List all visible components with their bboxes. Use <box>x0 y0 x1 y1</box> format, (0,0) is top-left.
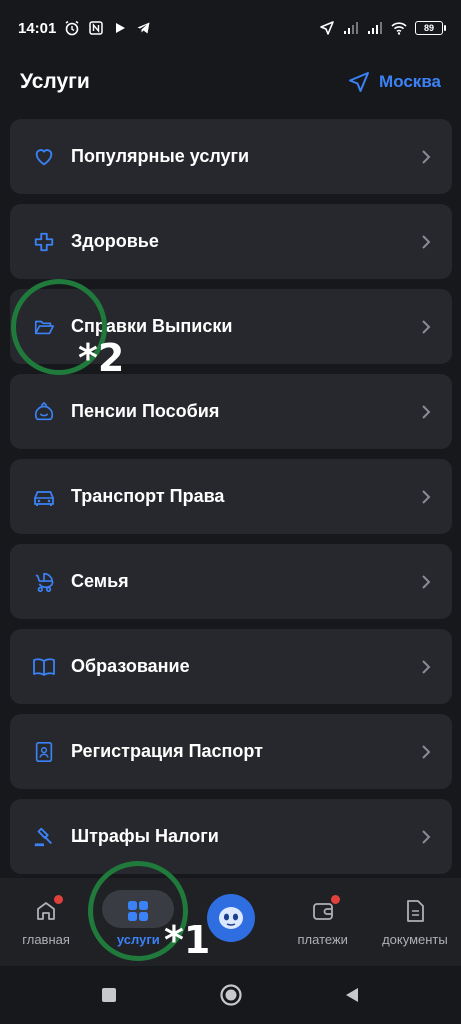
header: Услуги Москва <box>0 60 461 104</box>
assistant-robot-icon <box>206 894 255 942</box>
location-arrow-icon <box>349 72 370 92</box>
service-item-family[interactable]: Семья <box>10 544 452 619</box>
heart-icon <box>32 145 56 169</box>
nav-item-documents[interactable]: документы <box>369 878 461 947</box>
service-label: Справки Выписки <box>71 316 233 336</box>
chevron-right-icon <box>420 404 432 419</box>
chevron-right-icon <box>420 319 432 334</box>
gavel-icon <box>32 825 56 849</box>
chevron-right-icon <box>420 234 432 249</box>
battery-level: 89 <box>423 23 434 33</box>
battery-icon: 89 <box>415 21 446 35</box>
chevron-right-icon <box>420 489 432 504</box>
service-item-registration[interactable]: Регистрация Паспорт <box>10 714 452 789</box>
signal-icon <box>344 22 358 34</box>
stroller-icon <box>32 570 56 594</box>
city-selector-button[interactable]: Москва <box>347 70 441 94</box>
nav-item-payments[interactable]: платежи <box>277 878 369 947</box>
service-item-popular[interactable]: Популярные услуги <box>10 119 452 194</box>
chevron-right-icon <box>420 659 432 674</box>
system-nav-bar <box>0 966 461 1024</box>
service-label: Регистрация Паспорт <box>71 741 263 761</box>
alarm-icon <box>65 20 79 36</box>
car-icon <box>32 485 56 509</box>
home-icon <box>33 895 64 924</box>
nav-label: документы <box>382 932 448 947</box>
wallet-icon <box>310 895 340 924</box>
notification-badge <box>330 895 340 904</box>
service-label: Образование <box>71 656 190 676</box>
service-item-education[interactable]: Образование <box>10 629 452 704</box>
chevron-right-icon <box>420 574 432 589</box>
home-system-button[interactable] <box>219 983 243 1007</box>
recents-button[interactable] <box>97 983 121 1007</box>
square-icon <box>102 988 117 1002</box>
back-button[interactable] <box>340 983 364 1007</box>
chevron-right-icon <box>420 149 432 164</box>
service-label: Популярные услуги <box>71 146 250 166</box>
wifi-icon <box>391 22 407 35</box>
chevron-right-icon <box>420 744 432 759</box>
annotation-label-1: *1 <box>164 918 211 962</box>
service-label: Семья <box>71 571 129 591</box>
circle-icon <box>219 984 242 1006</box>
bottom-nav: главная услуги платежи документы <box>0 878 461 966</box>
status-time: 14:01 <box>18 19 57 37</box>
status-bar: 14:01 89 <box>0 0 461 56</box>
service-item-fines[interactable]: Штрафы Налоги <box>10 799 452 874</box>
nav-item-home[interactable]: главная <box>0 878 92 947</box>
service-item-pensions[interactable]: Пенсии Пособия <box>10 374 452 449</box>
nfc-icon <box>89 21 104 35</box>
nav-label: главная <box>22 932 70 947</box>
city-label: Москва <box>379 72 441 91</box>
back-triangle-icon <box>345 988 358 1002</box>
annotation-label-2: *2 <box>78 336 125 380</box>
play-icon <box>116 23 126 33</box>
document-icon <box>402 898 428 924</box>
nav-label: платежи <box>297 932 348 947</box>
signal-icon <box>368 22 382 34</box>
passport-icon <box>32 740 56 764</box>
notification-badge <box>54 895 64 904</box>
chevron-right-icon <box>420 829 432 844</box>
service-label: Пенсии Пособия <box>71 401 220 421</box>
service-item-transport[interactable]: Транспорт Права <box>10 459 452 534</box>
telegram-icon <box>137 22 150 34</box>
piggy-bank-icon <box>32 400 56 424</box>
service-item-health[interactable]: Здоровье <box>10 204 452 279</box>
service-label: Транспорт Права <box>71 486 225 506</box>
book-icon <box>32 655 56 679</box>
page-title: Услуги <box>20 70 90 93</box>
service-label: Здоровье <box>71 231 159 251</box>
medical-cross-icon <box>32 230 56 254</box>
service-label: Штрафы Налоги <box>71 826 219 846</box>
location-arrow-icon <box>320 21 334 35</box>
services-list: Популярные услуги Здоровье Справки Выпис… <box>10 119 452 874</box>
